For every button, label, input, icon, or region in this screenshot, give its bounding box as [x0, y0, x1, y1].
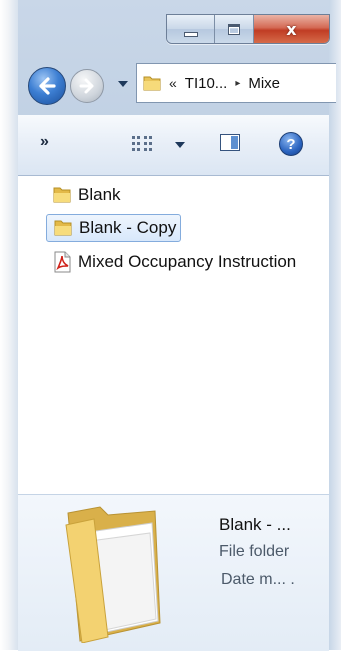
recent-pages-dropdown[interactable] — [118, 81, 128, 87]
maximize-icon — [228, 23, 241, 35]
file-list[interactable]: Blank Blank - Copy Mixed Occupancy Instr… — [18, 176, 329, 494]
file-name: Mixed Occupancy Instruction — [78, 252, 297, 271]
desktop-edge — [0, 0, 18, 650]
list-item-blank-copy[interactable]: Blank - Copy — [46, 214, 182, 242]
file-name: Blank — [78, 185, 121, 204]
list-item-blank[interactable]: Blank — [46, 181, 125, 209]
pdf-icon — [54, 251, 71, 273]
close-icon: x — [286, 19, 297, 39]
breadcrumb-mixed[interactable]: Mixe — [248, 75, 280, 92]
caption-buttons: x — [166, 14, 330, 44]
forward-button[interactable] — [70, 69, 104, 103]
address-bar[interactable]: « TI10... ▸ Mixe — [136, 63, 336, 103]
selected-item-type: File folder — [219, 543, 290, 560]
back-arrow-icon — [39, 77, 56, 95]
folder-icon — [53, 187, 71, 203]
file-name: Blank - Copy — [79, 218, 177, 237]
details-pane: Blank - ... File folder Date m... . — [18, 494, 329, 651]
breadcrumb-ti10[interactable]: TI10... — [185, 75, 228, 92]
help-button[interactable]: ? — [279, 132, 303, 156]
views-icon[interactable] — [131, 135, 153, 153]
list-item-mixed-occupancy[interactable]: Mixed Occupancy Instruction — [46, 248, 300, 276]
folder-icon — [65, 506, 161, 643]
close-button[interactable]: x — [253, 15, 329, 43]
forward-arrow-icon — [79, 78, 94, 94]
views-dropdown-button[interactable] — [175, 142, 185, 148]
breadcrumb-separator[interactable]: ▸ — [235, 78, 240, 89]
selected-item-date: Date m... . — [221, 571, 295, 588]
address-overflow-chevron[interactable]: « — [169, 75, 177, 91]
command-bar: » ? — [18, 115, 329, 176]
back-button[interactable] — [28, 67, 66, 105]
more-commands-button[interactable]: » — [40, 133, 49, 151]
preview-pane-icon[interactable] — [220, 134, 240, 151]
folder-icon — [54, 220, 72, 236]
selected-item-name: Blank - ... — [219, 515, 291, 534]
minimize-icon — [183, 31, 198, 37]
folder-icon — [143, 76, 161, 91]
maximize-button[interactable] — [215, 15, 254, 43]
minimize-button[interactable] — [167, 15, 216, 43]
